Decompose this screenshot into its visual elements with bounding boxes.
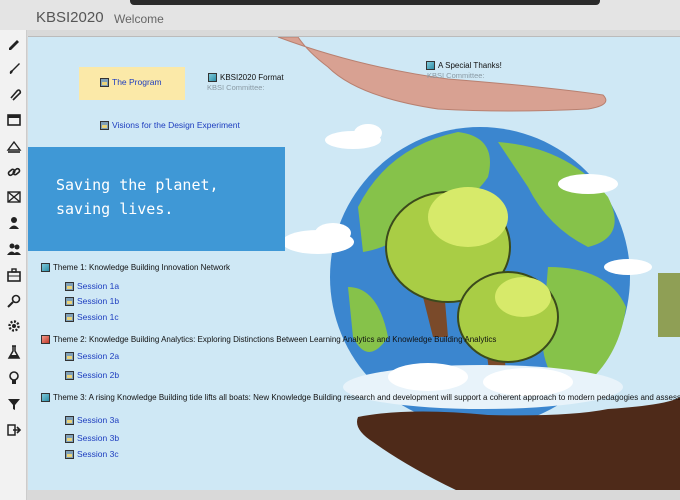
session-3b-link[interactable]: Session 3b [65,433,119,443]
window-icon[interactable] [3,109,24,130]
lightbulb-icon[interactable] [3,367,24,388]
session-1b-link[interactable]: Session 1b [65,296,119,306]
window-frame [130,0,600,5]
session-label: Session 3c [77,449,119,459]
view-name[interactable]: Welcome [114,12,164,26]
theme-1-note[interactable]: Theme 1: Knowledge Building Innovation N… [41,263,230,272]
slogan-banner: Saving the planet, saving lives. [28,147,285,251]
note-icon [41,263,50,272]
logout-icon[interactable] [3,419,24,440]
image-note-icon [65,370,74,380]
image-note-icon [65,449,74,459]
link-icon[interactable] [3,161,24,182]
thanks-author: KBSI Committee: [427,71,485,80]
image-note-icon [65,296,74,306]
image-note-icon [65,415,74,425]
session-label: Session 3b [77,433,120,443]
session-label: Session 1a [77,281,120,291]
session-label: Session 2b [77,370,120,380]
theme-label: Theme 3: A rising Knowledge Building tid… [53,393,680,402]
filter-icon[interactable] [3,393,24,414]
tool-sidebar [0,30,27,500]
program-label: The Program [112,77,162,87]
view-canvas[interactable]: The Program KBSI2020 Format KBSI Committ… [28,36,680,490]
theme-2-note[interactable]: Theme 2: Knowledge Building Analytics: E… [41,335,496,344]
scaffold-icon[interactable] [3,135,24,156]
fit-icon[interactable] [3,187,24,208]
note-icon [41,393,50,402]
briefcase-icon[interactable] [3,264,24,285]
brush-icon[interactable] [3,58,24,79]
image-note-icon [65,312,74,322]
search-icon[interactable] [3,290,24,311]
session-label: Session 2a [77,351,120,361]
note-icon [41,335,50,344]
session-label: Session 1c [77,312,119,322]
session-label: Session 3a [77,415,120,425]
format-note[interactable]: KBSI2020 Format [208,73,284,82]
visions-link[interactable]: Visions for the Design Experiment [100,120,240,130]
side-panel [658,273,680,337]
pencil-icon[interactable] [3,32,24,53]
paperclip-icon[interactable] [3,84,24,105]
format-author: KBSI Committee: [207,83,265,92]
community-title[interactable]: KBSI2020 [36,9,104,26]
people-icon[interactable] [3,238,24,259]
image-note-icon [100,77,109,87]
thanks-note[interactable]: A Special Thanks! [426,61,502,70]
person-icon[interactable] [3,213,24,234]
image-note-icon [65,351,74,361]
visions-label: Visions for the Design Experiment [112,120,240,130]
theme-label: Theme 2: Knowledge Building Analytics: E… [53,335,497,344]
session-3c-link[interactable]: Session 3c [65,449,119,459]
title-bar: KBSI2020 Welcome [0,0,680,30]
theme-label: Theme 1: Knowledge Building Innovation N… [53,263,230,272]
theme-3-note[interactable]: Theme 3: A rising Knowledge Building tid… [41,393,680,402]
flask-icon[interactable] [3,342,24,363]
gear-icon[interactable] [3,316,24,337]
image-note-icon [65,281,74,291]
image-note-icon [65,433,74,443]
session-1a-link[interactable]: Session 1a [65,281,119,291]
note-icon [208,73,217,82]
thanks-label: A Special Thanks! [438,61,502,70]
format-label: KBSI2020 Format [220,73,284,82]
image-note-icon [100,120,109,130]
session-2a-link[interactable]: Session 2a [65,351,119,361]
slogan-text: Saving the planet, saving lives. [56,176,219,218]
session-3a-link[interactable]: Session 3a [65,415,119,425]
session-2b-link[interactable]: Session 2b [65,370,119,380]
note-icon [426,61,435,70]
session-1c-link[interactable]: Session 1c [65,312,119,322]
session-label: Session 1b [77,296,120,306]
program-link[interactable]: The Program [100,77,162,87]
